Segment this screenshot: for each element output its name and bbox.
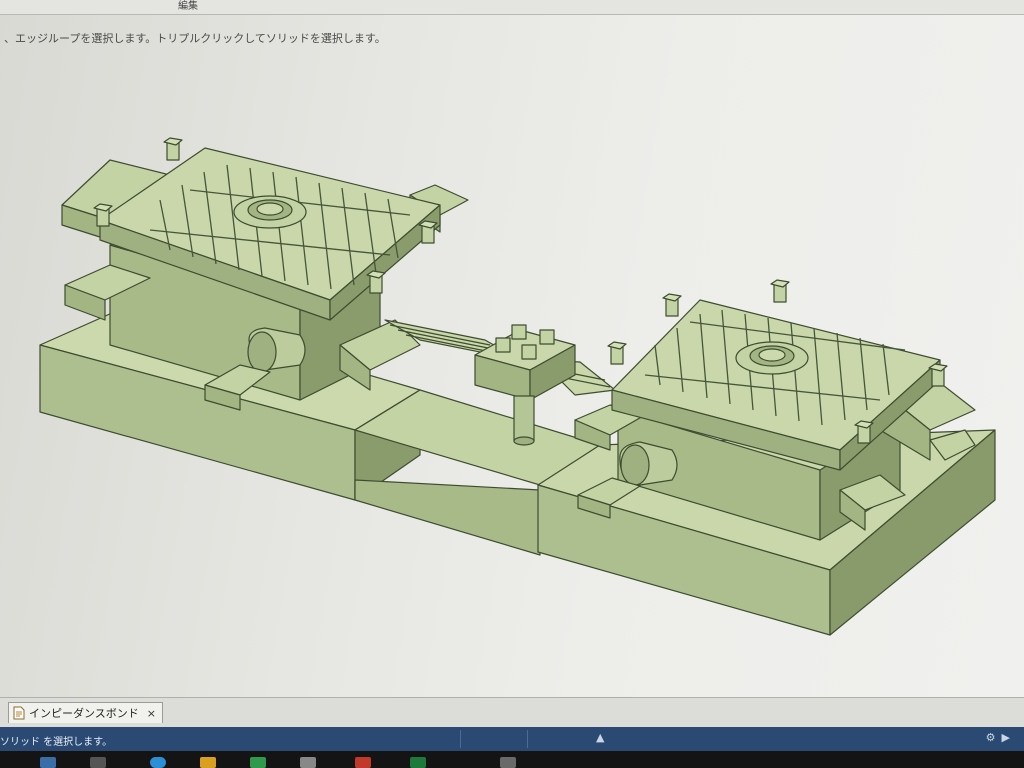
3d-viewport[interactable] <box>0 15 1024 697</box>
status-tray-icons[interactable]: ⚙▶ <box>986 731 1016 744</box>
cad-window: 編集 、エッジループを選択します。トリプルクリックしてソリッドを選択します。 イ… <box>0 0 1024 768</box>
app-icon-6[interactable] <box>300 757 316 768</box>
status-panel <box>527 730 594 748</box>
status-panels <box>460 730 594 748</box>
menu-item-edit[interactable]: 編集 <box>178 0 198 12</box>
document-icon <box>13 706 25 720</box>
status-bar: ソリッド を選択します。 ▲ ⚙▶ <box>0 727 1024 751</box>
warning-icon[interactable]: ▲ <box>596 731 604 744</box>
app-icon-9[interactable] <box>500 757 516 768</box>
close-icon[interactable]: × <box>147 707 156 720</box>
document-tab-bar: インピーダンスボンド × <box>0 697 1024 728</box>
app-icon-4[interactable] <box>200 757 216 768</box>
right-ring-boss <box>735 341 809 375</box>
os-taskbar <box>0 751 1024 768</box>
document-tab-label: インピーダンスボンド <box>29 707 139 720</box>
document-tab[interactable]: インピーダンスボンド × <box>8 702 163 723</box>
menu-bar: 編集 <box>0 0 1024 15</box>
app-icon-8[interactable] <box>410 757 426 768</box>
app-icon-7[interactable] <box>355 757 371 768</box>
app-icon-3[interactable] <box>150 757 166 768</box>
status-panel <box>460 730 527 748</box>
app-icon-1[interactable] <box>40 757 56 768</box>
left-ring-boss <box>233 195 307 229</box>
cad-model-drawing <box>39 137 996 636</box>
status-message: ソリッド を選択します。 <box>0 737 113 748</box>
app-icon-5[interactable] <box>250 757 266 768</box>
app-icon-2[interactable] <box>90 757 106 768</box>
